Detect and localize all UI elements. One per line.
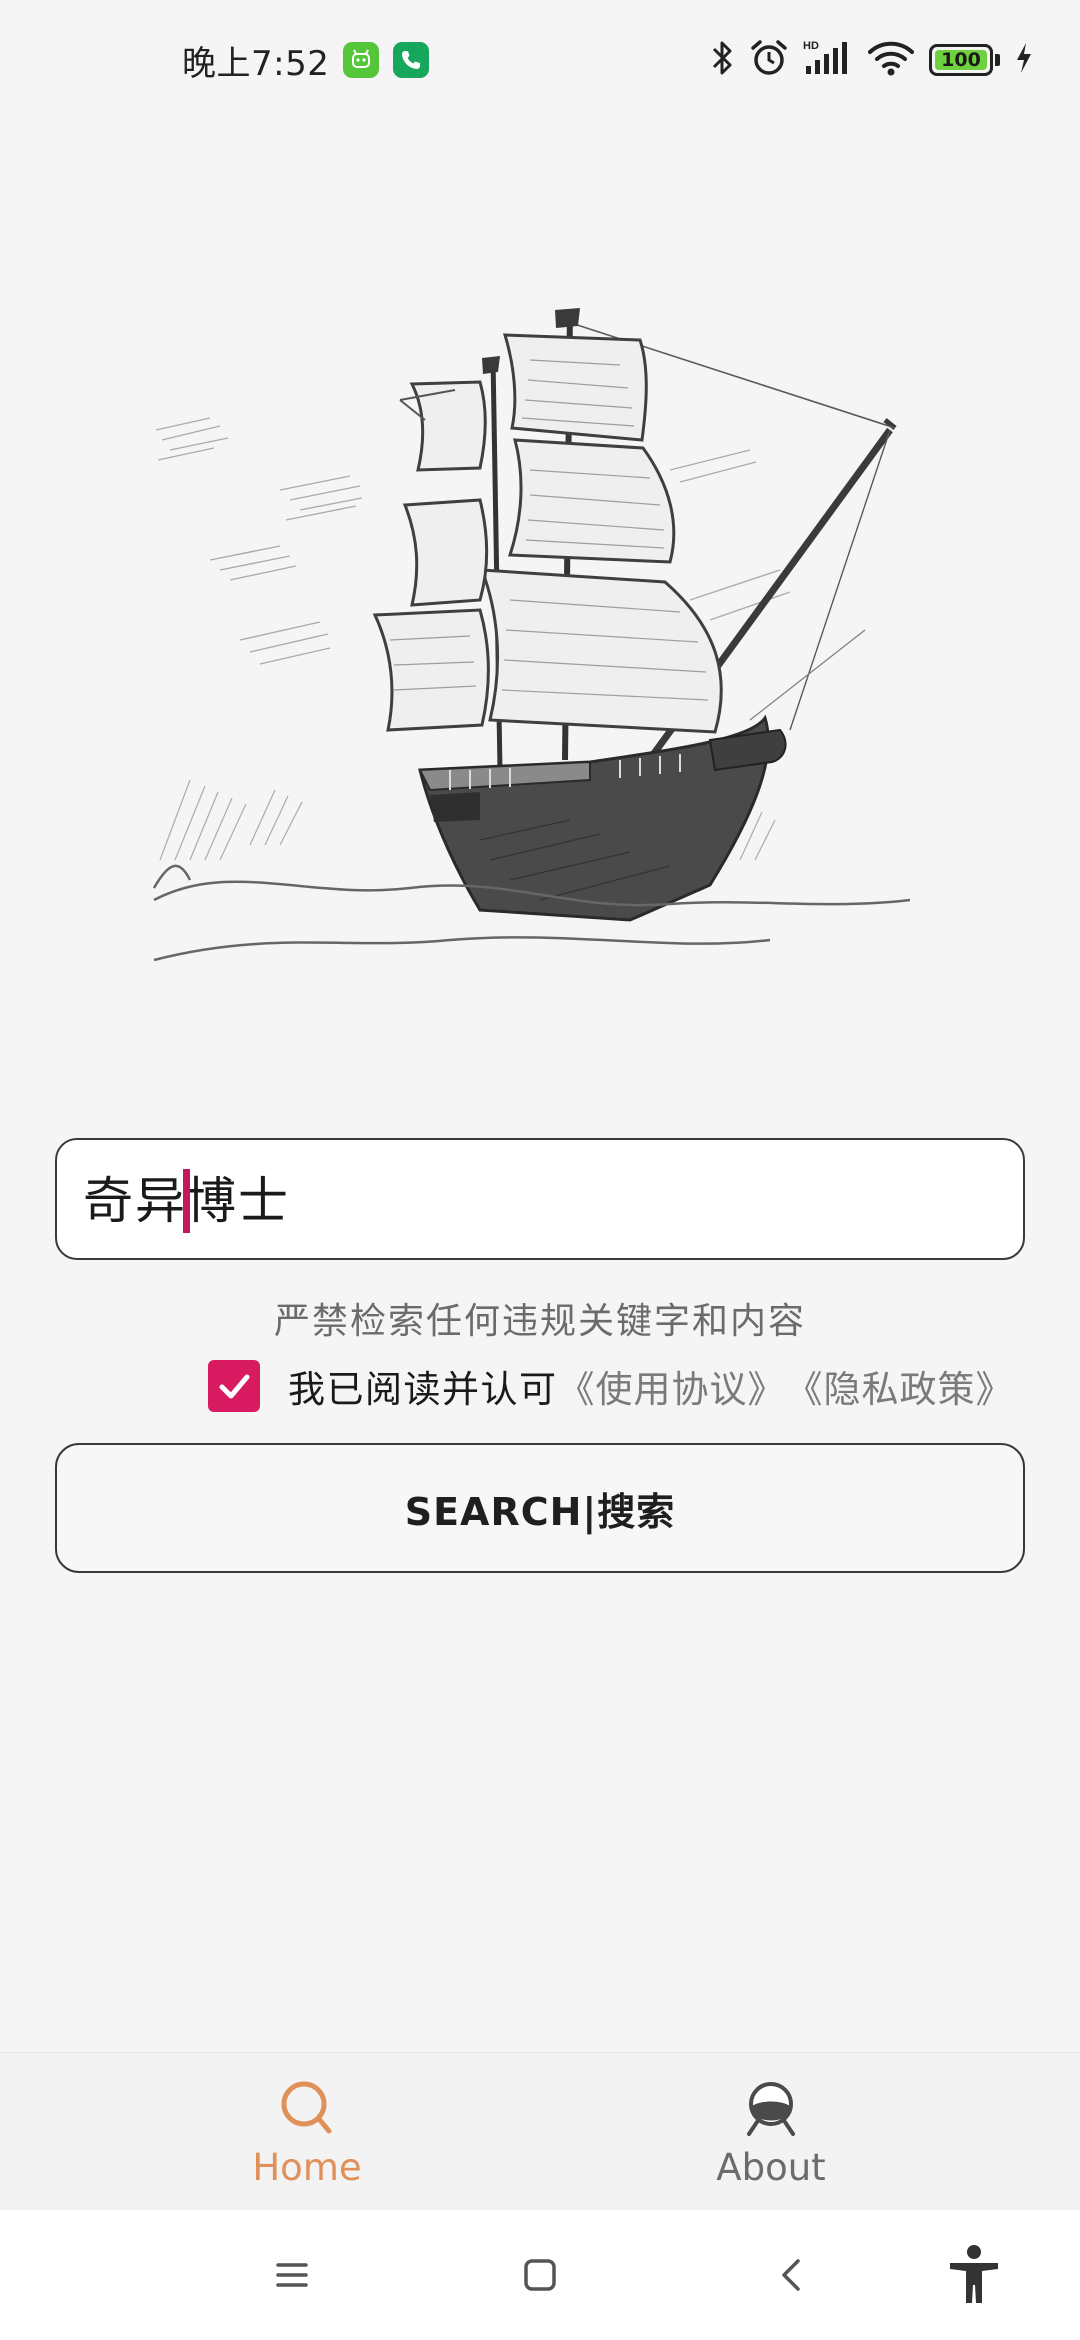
svg-text:HD: HD bbox=[803, 40, 819, 52]
agreement-row: 我已阅读并认可 《使用协议》 《隐私政策》 bbox=[208, 1358, 1014, 1414]
text-cursor bbox=[183, 1168, 190, 1233]
sailing-ship-illustration bbox=[150, 300, 930, 1000]
nav-item-home[interactable]: Home bbox=[157, 2053, 457, 2211]
search-text-before-cursor: 奇异 bbox=[83, 1172, 187, 1231]
bottom-navigation: Home About bbox=[0, 2052, 1080, 2210]
battery-level: 100 bbox=[941, 49, 981, 71]
search-warning-text: 严禁检索任何违规关键字和内容 bbox=[273, 1301, 806, 1342]
app-badge-icon bbox=[343, 42, 380, 78]
agreement-checkbox[interactable] bbox=[208, 1360, 260, 1412]
battery-icon: 100 bbox=[929, 44, 993, 76]
phone-badge-icon bbox=[393, 42, 430, 78]
status-time: 晚上7:52 bbox=[182, 43, 330, 84]
alarm-icon bbox=[749, 38, 789, 82]
home-square-icon[interactable] bbox=[510, 2245, 570, 2305]
boat-avatar-icon bbox=[739, 2076, 803, 2144]
accessibility-icon[interactable] bbox=[944, 2245, 1004, 2305]
search-input[interactable]: 奇异博士 bbox=[55, 1138, 1025, 1260]
nav-item-about[interactable]: About bbox=[621, 2053, 921, 2211]
hd-signal-icon: HD bbox=[803, 38, 853, 82]
bluetooth-icon bbox=[709, 38, 735, 82]
status-right: HD 100 bbox=[709, 36, 1034, 84]
back-icon[interactable] bbox=[762, 2245, 822, 2305]
search-text-after-cursor: 博士 bbox=[186, 1172, 290, 1231]
sails bbox=[372, 333, 723, 734]
nav-label-about: About bbox=[716, 2145, 826, 2189]
terms-link[interactable]: 《使用协议》 bbox=[558, 1359, 786, 1413]
system-navigation-bar bbox=[0, 2210, 1080, 2340]
search-icon bbox=[275, 2076, 339, 2144]
wifi-icon bbox=[867, 38, 915, 82]
menu-icon[interactable] bbox=[262, 2245, 322, 2305]
search-button[interactable]: SEARCH|搜索 bbox=[55, 1443, 1025, 1573]
battery-tip bbox=[995, 54, 1000, 66]
status-bar: 晚上7:52 HD 100 bbox=[0, 0, 1080, 120]
status-left: 晚上7:52 bbox=[182, 36, 430, 84]
search-input-value: 奇异博士 bbox=[83, 1161, 290, 1237]
agreement-label: 我已阅读并认可 bbox=[288, 1368, 558, 1411]
nav-label-home: Home bbox=[252, 2145, 362, 2189]
checkmark-icon bbox=[219, 1374, 250, 1399]
privacy-link[interactable]: 《隐私政策》 bbox=[786, 1359, 1014, 1413]
charging-icon bbox=[1014, 41, 1034, 79]
